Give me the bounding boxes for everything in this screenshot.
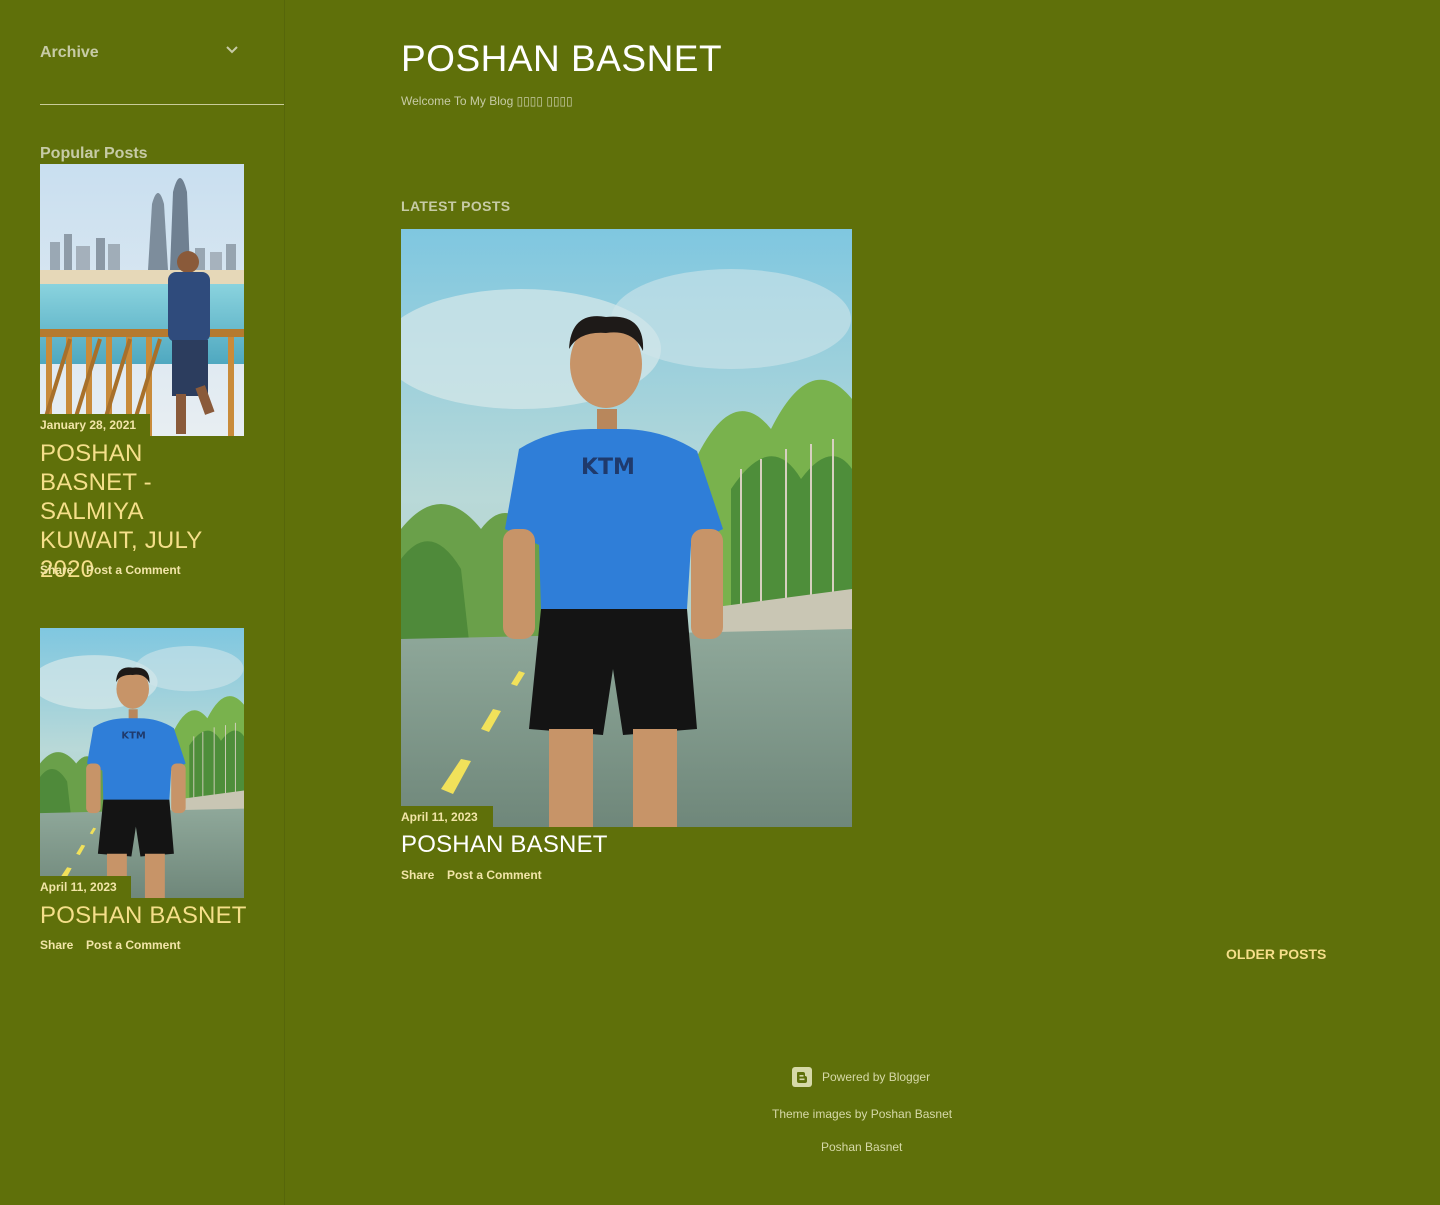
archive-widget[interactable]: Archive <box>40 36 284 105</box>
powered-by-blogger[interactable]: Powered by Blogger <box>792 1066 930 1088</box>
footer-owner-name: Poshan Basnet <box>821 1140 903 1154</box>
latest-post-comment[interactable]: Post a Comment <box>447 868 542 882</box>
ktm-photo: KTM <box>401 229 852 827</box>
popular-post-2-date[interactable]: April 11, 2023 <box>40 876 131 898</box>
blog-description: Welcome To My Blog ▯▯▯▯ ▯▯▯▯ <box>401 94 573 108</box>
blog-title[interactable]: POSHAN BASNET <box>401 38 722 80</box>
blogger-icon <box>792 1067 812 1087</box>
popular-post-2-comment[interactable]: Post a Comment <box>86 938 181 952</box>
sidebar: Archive Popular Posts January 28, 2021 P… <box>0 0 285 1205</box>
popular-post-1-image[interactable] <box>40 164 244 436</box>
older-posts-link[interactable]: OLDER POSTS <box>1226 946 1326 962</box>
popular-post-1-share[interactable]: Share <box>40 563 73 577</box>
latest-posts-heading: LATEST POSTS <box>401 198 511 214</box>
popular-post-2-image[interactable] <box>40 628 244 898</box>
archive-label: Archive <box>40 44 99 61</box>
popular-post-2-share[interactable]: Share <box>40 938 73 952</box>
theme-images-credit: Theme images by Poshan Basnet <box>772 1107 953 1121</box>
latest-post-share[interactable]: Share <box>401 868 434 882</box>
ktm-photo-small <box>40 628 244 898</box>
latest-post-title[interactable]: POSHAN BASNET <box>401 831 608 859</box>
popular-post-2-title[interactable]: POSHAN BASNET <box>40 901 250 930</box>
popular-post-1-date[interactable]: January 28, 2021 <box>40 414 151 436</box>
salmiya-photo <box>40 164 244 436</box>
latest-post-image[interactable]: KTM <box>401 229 852 827</box>
chevron-down-icon[interactable] <box>225 43 239 57</box>
latest-post-date[interactable]: April 11, 2023 <box>401 806 493 828</box>
popular-posts-heading: Popular Posts <box>40 145 148 162</box>
popular-post-1-comment[interactable]: Post a Comment <box>86 563 181 577</box>
powered-by-text: Powered by Blogger <box>822 1070 931 1084</box>
